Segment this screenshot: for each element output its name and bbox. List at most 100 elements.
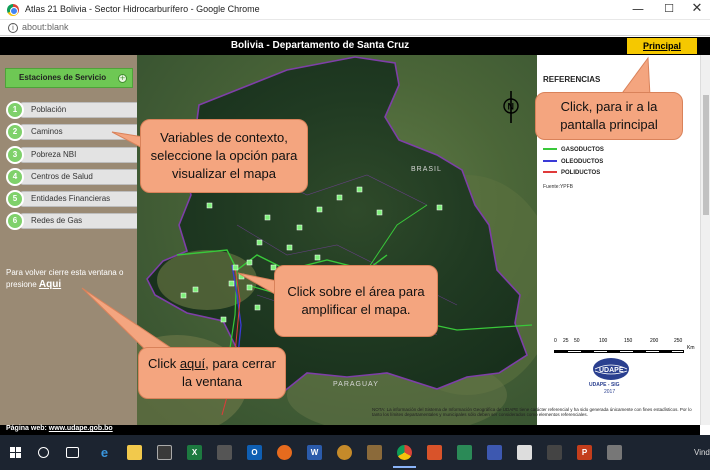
logo-text: UDAPE bbox=[599, 367, 624, 374]
legend-label: GASODUCTOS bbox=[561, 147, 604, 153]
minimize-button[interactable]: — bbox=[626, 1, 650, 18]
scale-tick: 0 bbox=[554, 338, 557, 344]
address-bar[interactable]: i about:blank bbox=[0, 20, 710, 36]
source-text: Fuente:YPFB bbox=[543, 184, 574, 190]
menu-number: 3 bbox=[6, 146, 24, 164]
label-brasil: BRASIL bbox=[411, 166, 442, 173]
close-note: Para volver cierre esta ventana o presio… bbox=[6, 267, 134, 291]
legend-swatch bbox=[543, 171, 557, 174]
web-link[interactable]: www.udape.gob.bo bbox=[49, 425, 113, 432]
scale-tick: 150 bbox=[624, 338, 633, 344]
callout-cerrar: Click aquí, para cerrar la ventana bbox=[138, 347, 286, 399]
app-icon[interactable] bbox=[607, 445, 622, 460]
section-header-estaciones[interactable]: Estaciones de Servicio + bbox=[5, 68, 133, 88]
logo-year: 2017 bbox=[604, 389, 616, 395]
menu-number: 5 bbox=[6, 190, 24, 208]
callout-cerrar-link: aquí bbox=[179, 356, 206, 371]
scale-tick: 25 bbox=[563, 338, 569, 344]
url-text[interactable]: about:blank bbox=[22, 22, 69, 32]
menu-item-pobreza[interactable]: 3 Pobreza NBI bbox=[6, 146, 141, 164]
web-bar: Página web: www.udape.gob.bo bbox=[0, 425, 700, 435]
menu-item-poblacion[interactable]: 1 Población bbox=[6, 101, 141, 119]
udape-logo: UDAPE bbox=[593, 358, 629, 380]
outlook-icon[interactable]: O bbox=[247, 445, 262, 460]
legend-swatch bbox=[543, 148, 557, 151]
north-letter: N bbox=[508, 102, 515, 112]
callout-variables: Variables de contexto, seleccione la opc… bbox=[140, 119, 308, 193]
app-icon[interactable] bbox=[367, 445, 382, 460]
search-icon[interactable] bbox=[38, 447, 49, 458]
scale-tick: 200 bbox=[650, 338, 659, 344]
menu-label: Redes de Gas bbox=[31, 216, 83, 225]
callout-cerrar-pre: Click bbox=[148, 356, 180, 371]
legend-oleoductos: OLEODUCTOS bbox=[543, 159, 603, 165]
info-icon[interactable]: i bbox=[8, 23, 18, 33]
callout-principal: Click, para ir a la pantalla principal bbox=[535, 92, 683, 140]
page-title: Bolivia - Departamento de Santa Cruz bbox=[230, 40, 410, 51]
principal-link[interactable]: Principal bbox=[627, 38, 697, 54]
web-line: Página web: www.udape.gob.bo bbox=[6, 425, 113, 432]
label-paraguay: PARAGUAY bbox=[333, 381, 379, 388]
scale-unit: Km bbox=[687, 345, 695, 351]
callout-amplificar: Click sobre el área para amplificar el m… bbox=[274, 265, 438, 337]
powerpoint-icon[interactable]: P bbox=[577, 445, 592, 460]
app-header: Bolivia - Departamento de Santa Cruz Pri… bbox=[0, 37, 710, 55]
section-label: Estaciones de Servicio bbox=[19, 73, 107, 82]
firefox-icon[interactable] bbox=[277, 445, 292, 460]
app-icon[interactable] bbox=[427, 445, 442, 460]
task-view-icon[interactable] bbox=[66, 447, 79, 458]
menu-item-centros-salud[interactable]: 4 Centros de Salud bbox=[6, 168, 141, 186]
windows-start-icon[interactable] bbox=[10, 447, 22, 459]
photos-icon[interactable] bbox=[517, 445, 532, 460]
sidebar: Estaciones de Servicio + 1 Población 2 C… bbox=[0, 55, 141, 425]
menu-item-redes-gas[interactable]: 6 Redes de Gas bbox=[6, 212, 141, 230]
menu-label: Entidades Financieras bbox=[31, 194, 111, 203]
menu-item-caminos[interactable]: 2 Caminos bbox=[6, 123, 141, 141]
scale-tick: 100 bbox=[599, 338, 608, 344]
references-title: REFERENCIAS bbox=[543, 75, 601, 84]
window-title-bar: Atlas 21 Bolivia - Sector Hidrocarburífe… bbox=[0, 0, 710, 20]
menu-number: 4 bbox=[6, 168, 24, 186]
menu-label: Población bbox=[31, 105, 67, 114]
legend-swatch bbox=[543, 160, 557, 163]
menu-label: Pobreza NBI bbox=[31, 150, 77, 159]
close-window-button[interactable]: ✕ bbox=[685, 1, 709, 18]
aqui-link[interactable]: Aqui bbox=[39, 279, 61, 290]
expand-icon[interactable]: + bbox=[118, 74, 127, 83]
app-icon[interactable] bbox=[547, 445, 562, 460]
edge-icon[interactable]: e bbox=[97, 445, 112, 460]
word-icon[interactable]: W bbox=[307, 445, 322, 460]
app-icon[interactable] bbox=[487, 445, 502, 460]
legend-label: OLEODUCTOS bbox=[561, 159, 604, 165]
close-note-text: Para volver cierre esta ventana o presio… bbox=[6, 268, 124, 289]
menu-label: Caminos bbox=[31, 127, 63, 136]
chrome-icon bbox=[7, 4, 19, 16]
legend-gasoductos: GASODUCTOS bbox=[543, 147, 604, 153]
menu-number: 1 bbox=[6, 101, 24, 119]
excel-icon[interactable]: X bbox=[187, 445, 202, 460]
menu-label: Centros de Salud bbox=[31, 172, 93, 181]
callout-variables-text: Variables de contexto, seleccione la opc… bbox=[150, 130, 298, 181]
disclaimer-note: NOTA: La información del Sistema de Info… bbox=[372, 407, 692, 417]
menu-number: 6 bbox=[6, 212, 24, 230]
menu-item-entidades-financieras[interactable]: 5 Entidades Financieras bbox=[6, 190, 141, 208]
app-icon[interactable] bbox=[217, 445, 232, 460]
taskbar: e X O W P Vind bbox=[0, 435, 710, 470]
scrollbar[interactable] bbox=[700, 55, 710, 425]
scale-bar bbox=[554, 345, 684, 353]
app-icon[interactable] bbox=[337, 445, 352, 460]
legend-poliductos: POLIDUCTOS bbox=[543, 170, 600, 176]
app-icon[interactable] bbox=[457, 445, 472, 460]
taskbar-corner-text: Vind bbox=[694, 448, 710, 457]
file-explorer-icon[interactable] bbox=[127, 445, 142, 460]
scrollbar-thumb[interactable] bbox=[703, 95, 709, 215]
store-icon[interactable] bbox=[157, 445, 172, 460]
scale-tick: 50 bbox=[574, 338, 580, 344]
window-title: Atlas 21 Bolivia - Sector Hidrocarburífe… bbox=[25, 4, 260, 14]
callout-cerrar-text: Click aquí, para cerrar la ventana bbox=[145, 355, 279, 391]
web-label: Página web: bbox=[6, 425, 47, 432]
maximize-button[interactable]: ☐ bbox=[657, 1, 681, 18]
chrome-taskbar-icon[interactable] bbox=[393, 445, 416, 468]
north-arrow-icon: N bbox=[503, 91, 519, 123]
scale-tick: 250 bbox=[674, 338, 683, 344]
